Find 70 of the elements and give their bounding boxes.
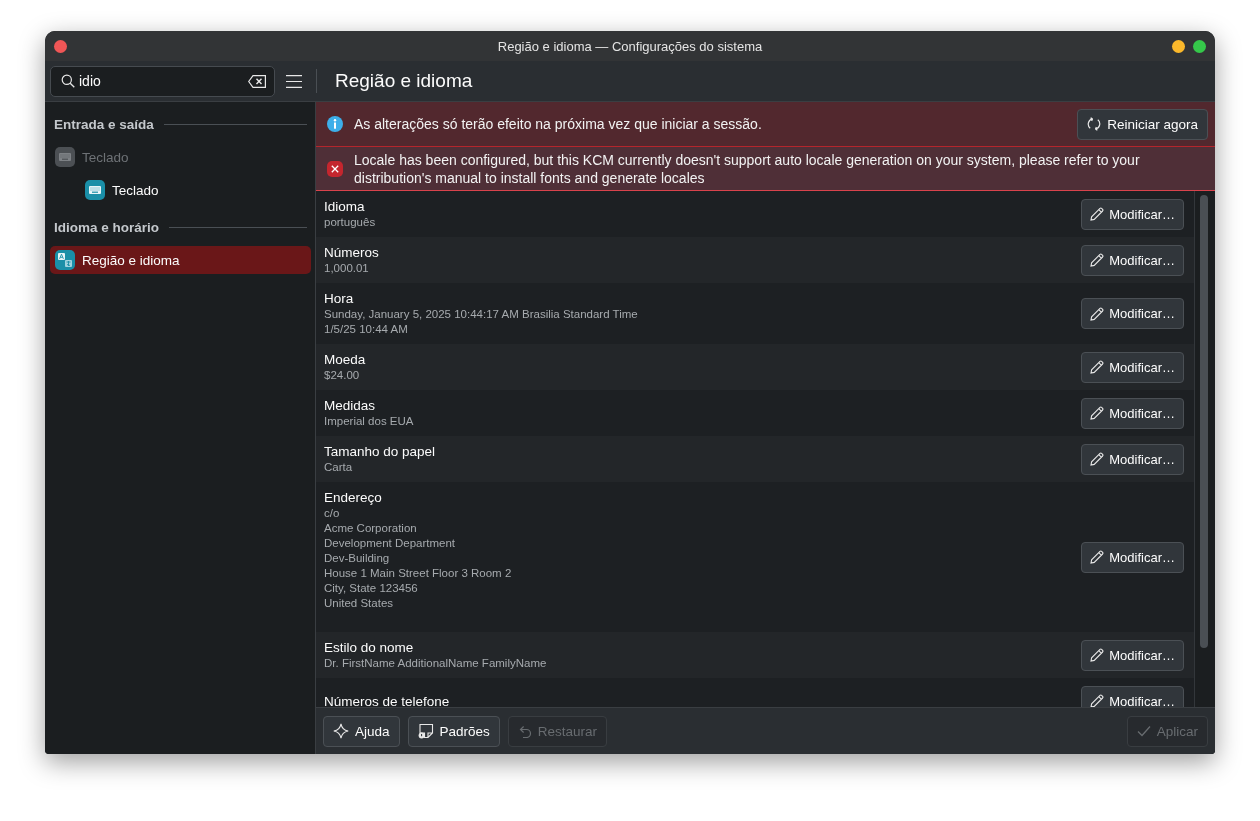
translate-icon: [55, 250, 75, 270]
setting-title: Idioma: [324, 198, 365, 215]
window-title: Região e idioma — Configurações do sistema: [497, 38, 763, 54]
minimize-button[interactable]: [1172, 39, 1185, 53]
setting-value: $24.00: [324, 368, 360, 383]
setting-title: Números de telefone: [324, 692, 450, 707]
menu-icon[interactable]: [286, 74, 302, 88]
modify-button[interactable]: Modificar…: [1081, 685, 1184, 707]
search-field[interactable]: idio: [50, 65, 275, 97]
undo-icon: [517, 724, 532, 738]
banner-message: Locale has been configured, but this KCM currently doesn't support auto locale generation on your system, please refer to your distribution's manual to install fonts and generate locales: [354, 150, 1141, 188]
document-icon: [417, 723, 434, 739]
pencil-icon: [1090, 253, 1105, 267]
pencil-icon: [1090, 550, 1105, 564]
setting-title: Moeda: [324, 351, 366, 368]
modify-button[interactable]: Modificar…: [1081, 198, 1184, 230]
modify-button[interactable]: Modificar…: [1081, 298, 1184, 329]
maximize-button[interactable]: [1193, 39, 1206, 53]
setting-title: Tamanho do papel: [324, 443, 436, 460]
setting-title: Endereço: [324, 489, 382, 506]
setting-value: 1,000.01: [324, 261, 369, 276]
help-button[interactable]: Ajuda: [323, 715, 400, 747]
modify-button[interactable]: Modificar…: [1081, 639, 1184, 671]
setting-value: Carta: [324, 460, 353, 475]
scrollbar-thumb[interactable]: [1200, 195, 1208, 648]
modify-button[interactable]: Modificar…: [1081, 351, 1184, 383]
setting-value: Sunday, January 5, 2025 10:44:17 AM Brasilia Standard Time: [324, 307, 638, 322]
setting-value: Dev-Building: [324, 551, 390, 566]
sparkle-icon: [333, 723, 349, 739]
pencil-icon: [1090, 306, 1105, 321]
pencil-icon: [1090, 360, 1105, 374]
pencil-icon: [1090, 207, 1105, 221]
section-heading: Idioma e horário: [54, 219, 160, 235]
check-icon: [1136, 724, 1151, 738]
search-icon: [61, 74, 75, 88]
pencil-icon: [1090, 694, 1105, 707]
setting-title: Hora: [324, 290, 354, 307]
setting-value: Development Department: [324, 536, 456, 551]
setting-title: Medidas: [324, 397, 376, 414]
pencil-icon: [1090, 406, 1105, 420]
setting-title: Estilo do nome: [324, 639, 414, 656]
setting-value: português: [324, 215, 376, 230]
setting-value: House 1 Main Street Floor 3 Room 2: [324, 566, 512, 581]
page-title: Região e idioma: [335, 70, 473, 92]
setting-value: c/o: [324, 506, 340, 521]
pencil-icon: [1090, 452, 1105, 466]
restart-button[interactable]: Reiniciar agora: [1077, 108, 1208, 140]
modify-button[interactable]: Modificar…: [1081, 397, 1184, 429]
error-icon: [327, 160, 343, 177]
clear-icon[interactable]: [248, 74, 266, 88]
setting-value: 1/5/25 10:44 AM: [324, 322, 408, 337]
section-heading: Entrada e saída: [54, 116, 154, 132]
pencil-icon: [1090, 648, 1105, 662]
modify-button[interactable]: Modificar…: [1081, 443, 1184, 475]
keyboard-icon: [85, 180, 105, 200]
setting-title: Números: [324, 244, 379, 261]
setting-value: City, State 123456: [324, 581, 418, 596]
setting-value: Imperial dos EUA: [324, 414, 414, 429]
info-icon: [327, 116, 343, 132]
modify-button[interactable]: Modificar…: [1081, 244, 1184, 276]
sidebar-item[interactable]: Região e idioma: [50, 246, 311, 274]
banner-message: As alterações só terão efeito na próxima vez que iniciar a sessão.: [354, 115, 763, 134]
refresh-icon: [1087, 117, 1102, 131]
setting-value: United States: [324, 596, 394, 611]
defaults-button[interactable]: Padrões: [407, 715, 500, 747]
setting-value: Acme Corporation: [324, 521, 417, 536]
setting-value: Dr. FirstName AdditionalName FamilyName: [324, 656, 547, 671]
keyboard-icon: [55, 147, 75, 167]
close-button[interactable]: [54, 39, 67, 53]
modify-button[interactable]: Modificar…: [1081, 541, 1184, 573]
